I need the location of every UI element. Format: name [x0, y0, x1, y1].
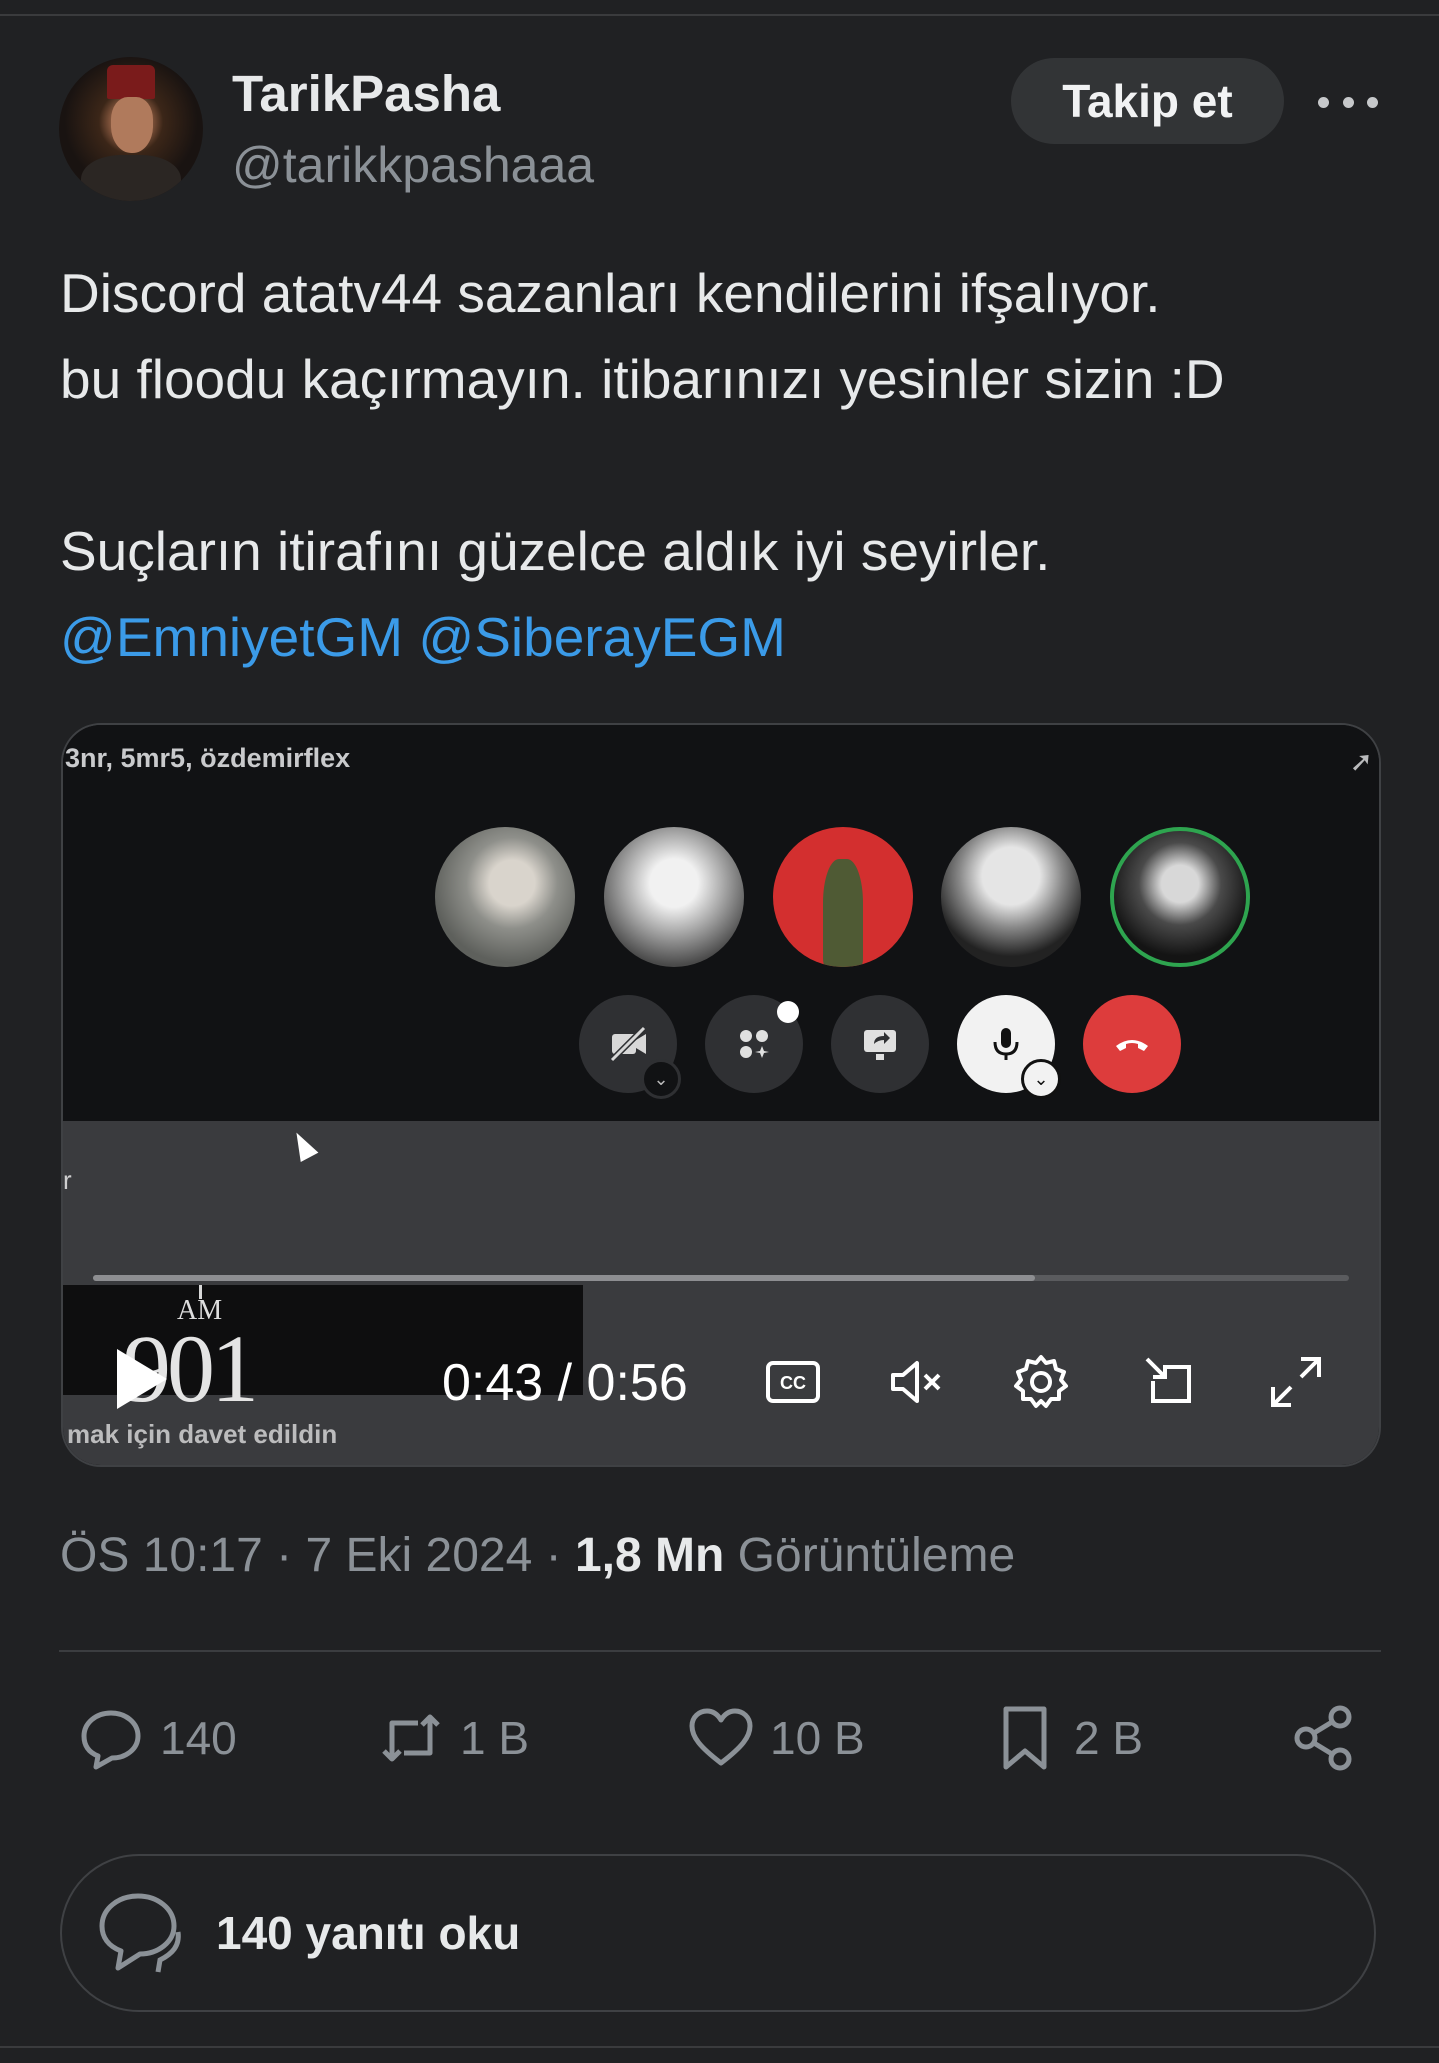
- popout-arrow-icon: ➚: [1349, 746, 1373, 777]
- play-icon[interactable]: [117, 1349, 167, 1409]
- share-button[interactable]: [1290, 1698, 1360, 1778]
- tweet-line-1: Discord atatv44 sazanları kendilerini if…: [60, 262, 1161, 324]
- like-button[interactable]: 10 B: [686, 1698, 865, 1778]
- retweet-icon: [382, 1714, 440, 1762]
- participant-avatar-2: [604, 827, 744, 967]
- avatar-fez: [107, 65, 155, 99]
- reply-bubble-icon: [81, 1710, 141, 1770]
- tweet-blank-line: [60, 422, 1390, 508]
- picture-in-picture-icon[interactable]: [1137, 1349, 1203, 1415]
- captions-icon[interactable]: CC: [760, 1349, 826, 1415]
- tweet-time[interactable]: ÖS 10:17: [60, 1529, 263, 1582]
- tweet-meta: ÖS 10:17 · 7 Eki 2024 · 1,8 Mn Görüntüle…: [60, 1529, 1016, 1582]
- mention-siberayegm[interactable]: @SiberayEGM: [418, 606, 786, 668]
- invite-text: mak için davet edildin: [67, 1419, 338, 1449]
- read-replies-label: 140 yanıtı oku: [216, 1907, 521, 1959]
- avatar-coat: [81, 155, 181, 201]
- screen-share-icon: [831, 995, 929, 1093]
- more-options-icon[interactable]: [1318, 82, 1378, 122]
- divider: [59, 1650, 1381, 1652]
- views-count: 1,8 Mn: [574, 1529, 725, 1582]
- display-name[interactable]: TarikPasha: [232, 64, 500, 123]
- tweet-line-3: Suçların itirafını güzelce aldık iyi sey…: [60, 520, 1051, 582]
- share-icon: [1294, 1705, 1352, 1771]
- avatar-face: [111, 97, 153, 153]
- mute-icon[interactable]: [883, 1349, 949, 1415]
- fullscreen-icon[interactable]: [1263, 1349, 1329, 1415]
- heart-icon: [689, 1708, 753, 1766]
- side-text: r: [63, 1165, 72, 1195]
- tweet-text: Discord atatv44 sazanları kendilerini if…: [60, 250, 1390, 680]
- chevron-down-icon: ⌄: [641, 1059, 681, 1099]
- tweet-line-2: bu floodu kaçırmayın. itibarınızı yesinl…: [60, 348, 1225, 410]
- call-participants-text: 3nr, 5mr5, özdemirflex: [65, 743, 351, 773]
- replies-bubble-icon: [99, 1893, 181, 1973]
- participant-avatar-5: [1110, 827, 1250, 967]
- follow-button[interactable]: Takip et: [1011, 58, 1284, 144]
- tweet-mentions: @EmniyetGM @SiberayEGM: [60, 594, 1390, 680]
- retweet-button[interactable]: 1 B: [376, 1698, 529, 1778]
- end-call-icon: [1083, 995, 1181, 1093]
- like-count: 10 B: [770, 1712, 865, 1764]
- avatar[interactable]: [59, 57, 203, 201]
- read-replies-button[interactable]: 140 yanıtı oku: [60, 1854, 1376, 2012]
- views-label: Görüntüleme: [737, 1529, 1016, 1582]
- video-player[interactable]: 3nr, 5mr5, özdemirflex ➚ ⌄ ⌄ r AM 901 ma…: [61, 723, 1381, 1467]
- svg-text:CC: CC: [780, 1373, 806, 1393]
- mention-emniyetgm[interactable]: @EmniyetGM: [60, 606, 403, 668]
- notification-dot: [777, 1001, 799, 1023]
- video-time: 0:43 / 0:56: [442, 1354, 688, 1412]
- chevron-down-icon: ⌄: [1021, 1059, 1061, 1099]
- reply-button[interactable]: 140: [76, 1698, 237, 1778]
- top-divider: [0, 14, 1439, 16]
- user-handle[interactable]: @tarikkpashaaa: [232, 136, 594, 194]
- video-progress-bar[interactable]: [93, 1275, 1349, 1281]
- retweet-count: 1 B: [460, 1712, 530, 1764]
- participant-avatar-1: [435, 827, 575, 967]
- participant-avatar-3: [773, 827, 913, 967]
- bookmark-icon: [1003, 1706, 1047, 1770]
- bookmark-button[interactable]: 2 B: [990, 1698, 1143, 1778]
- settings-gear-icon[interactable]: [1008, 1349, 1074, 1415]
- bookmark-count: 2 B: [1074, 1712, 1144, 1764]
- bottom-divider: [0, 2046, 1439, 2048]
- participant-avatar-4: [941, 827, 1081, 967]
- reply-count: 140: [160, 1712, 237, 1764]
- tweet-date[interactable]: 7 Eki 2024: [305, 1529, 532, 1582]
